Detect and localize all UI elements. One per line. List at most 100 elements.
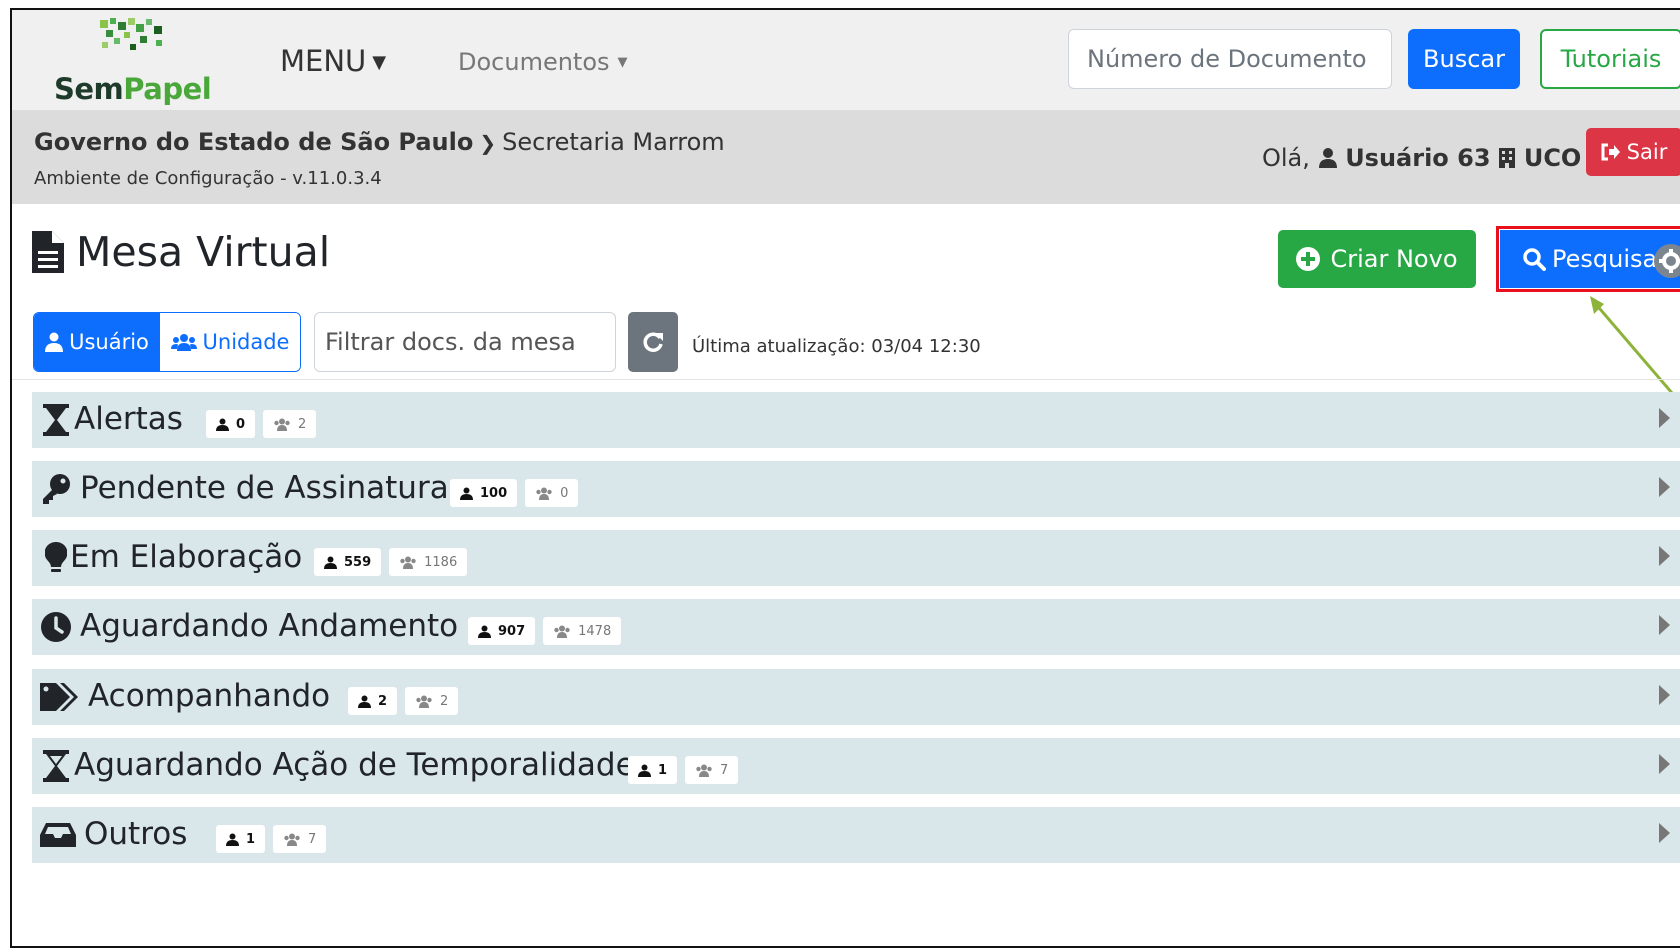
sempapel-logo[interactable]: SemPapel [32,16,212,106]
unit-count: 1186 [424,554,458,570]
unit-name: UCO [1523,144,1582,172]
tutoriais-button[interactable]: Tutoriais [1540,29,1680,89]
divider [12,379,1680,380]
user-name: Usuário 63 [1345,144,1491,172]
user-greeting: Olá, Usuário 63 UCO [1262,144,1581,172]
inbox-icon [40,819,76,851]
refresh-button[interactable] [628,312,678,372]
section-acompanhando[interactable]: Acompanhando 2 2 [32,669,1680,725]
section-badges: 1 7 [216,825,327,853]
section-badges: 559 1186 [314,548,468,576]
breadcrumb: Governo do Estado de São Paulo ❯ Secretari… [34,128,725,156]
criar-novo-label: Criar Novo [1330,245,1458,273]
environment-label: Ambiente de Configuração - v.11.0.3.4 [34,168,382,189]
section-badges: 1 7 [628,756,739,784]
user-icon [216,418,229,431]
user-icon [460,487,473,500]
pesquisar-button[interactable]: Pesquisar [1500,230,1680,288]
users-icon [554,625,570,638]
caret-right-icon [1659,408,1670,428]
user-count: 559 [344,554,372,570]
refresh-icon [643,332,663,352]
section-em-elaboracao[interactable]: Em Elaboração 559 1186 [32,530,1680,586]
unit-count-badge: 7 [273,825,327,853]
tags-icon [40,681,80,713]
caret-right-icon [1659,477,1670,497]
unit-count: 2 [440,693,449,709]
caret-right-icon [1659,685,1670,705]
unit-count: 0 [560,485,569,501]
section-badges: 0 2 [206,410,317,438]
file-text-icon [32,231,64,273]
section-alertas[interactable]: Alertas 0 2 [32,392,1680,448]
settings-gear-icon[interactable] [1654,244,1680,278]
user-icon [358,695,371,708]
caret-right-icon [1659,546,1670,566]
users-icon [274,418,290,431]
user-count: 1 [658,762,668,778]
hourglass-icon [40,404,72,436]
users-icon [284,833,300,846]
menu-label: MENU [280,44,367,78]
document-number-input[interactable] [1068,29,1392,89]
user-icon [478,625,491,638]
unit-count-badge: 2 [405,687,459,715]
user-count-badge: 907 [468,617,536,645]
user-icon [226,833,239,846]
documents-label: Documentos [458,48,610,76]
section-title: Alertas [74,401,183,437]
user-count: 907 [498,623,526,639]
section-badges: 907 1478 [468,617,622,645]
clock-icon [40,611,72,643]
user-count-badge: 1 [216,825,266,853]
section-pendente-assinatura[interactable]: Pendente de Assinatura 100 0 [32,461,1680,517]
unit-count-badge: 0 [525,479,579,507]
unit-count: 7 [720,762,729,778]
section-title: Acompanhando [88,678,331,714]
main-menu-toggle[interactable]: MENU ▼ [280,44,386,78]
lightbulb-icon [40,542,72,574]
section-aguardando-temporalidade[interactable]: Aguardando Ação de Temporalidade 1 7 [32,738,1680,794]
unit-count: 2 [298,416,307,432]
documents-dropdown[interactable]: Documentos ▼ [458,48,628,76]
criar-novo-button[interactable]: Criar Novo [1278,230,1476,288]
section-badges: 2 2 [348,687,459,715]
user-count-badge: 2 [348,687,398,715]
buscar-button[interactable]: Buscar [1408,29,1520,89]
users-icon [696,764,712,777]
user-count: 1 [246,831,256,847]
building-icon [1499,148,1516,168]
context-bar: Governo do Estado de São Paulo ❯ Secretari… [12,110,1680,204]
plus-circle-icon [1296,247,1321,271]
scope-unit-button[interactable]: Unidade [160,313,300,371]
breadcrumb-root[interactable]: Governo do Estado de São Paulo [34,128,473,156]
page-title-text: Mesa Virtual [76,228,331,276]
user-count-badge: 1 [628,756,678,784]
user-count-badge: 100 [450,479,518,507]
user-icon [1318,148,1337,168]
unit-count: 1478 [578,623,612,639]
logout-button[interactable]: Sair [1586,128,1680,176]
logo-wordmark: SemPapel [54,72,212,106]
user-count: 100 [480,485,508,501]
section-badges: 100 0 [450,479,579,507]
page-title: Mesa Virtual [32,228,330,276]
unit-count-badge: 7 [685,756,739,784]
unit-count-badge: 1478 [543,617,622,645]
scope-user-button[interactable]: Usuário [34,313,160,371]
section-aguardando-andamento[interactable]: Aguardando Andamento 907 1478 [32,599,1680,655]
user-icon [324,556,337,569]
caret-right-icon [1659,615,1670,635]
desk-filter-input[interactable] [314,312,616,372]
hourglass-icon [40,750,72,782]
users-icon [536,487,552,500]
unit-count-badge: 1186 [389,548,468,576]
chevron-right-icon: ❯ [479,131,497,155]
section-outros[interactable]: Outros 1 7 [32,807,1680,863]
caret-down-icon: ▼ [372,52,387,73]
users-icon [400,556,416,569]
search-icon [1523,248,1546,271]
unit-count-badge: 2 [263,410,317,438]
users-icon [170,334,197,351]
caret-right-icon [1659,823,1670,843]
